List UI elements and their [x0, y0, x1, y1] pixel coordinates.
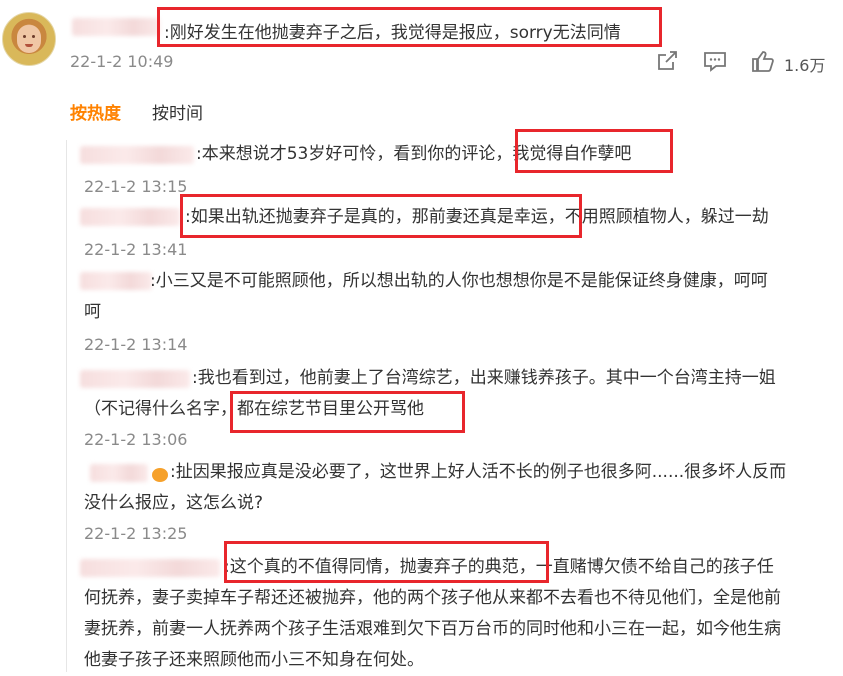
tab-by-time[interactable]: 按时间: [152, 99, 203, 124]
highlight-box: [515, 129, 673, 173]
reply-time: 22-1-2 13:41: [84, 240, 188, 259]
reply-line: 没什么报应，这怎么说?: [84, 493, 264, 513]
reply-text: :我也看到过，他前妻上了台湾综艺，出来赚钱养孩子。其中一个台湾主持一姐: [192, 363, 776, 394]
reply-line: :我也看到过，他前妻上了台湾综艺，出来赚钱养孩子。其中一个台湾主持一姐: [192, 368, 776, 388]
share-icon[interactable]: [654, 48, 680, 74]
reply-text-continued: 没什么报应，这怎么说?: [84, 488, 263, 519]
highlight-box: [224, 541, 549, 583]
tab-by-hot[interactable]: 按热度: [70, 99, 121, 124]
reply-text-continued: 何抚养，妻子卖掉车子帮还还被抛弃，他的两个孩子他从来都不去看也不待见他们，全是他…: [84, 583, 781, 676]
avatar-eye-right: [32, 35, 35, 38]
reply-time: 22-1-2 13:25: [84, 524, 188, 543]
avatar-face: [17, 25, 41, 53]
reply-text-continued: 呵: [84, 297, 101, 328]
main-comment-time: 22-1-2 10:49: [70, 52, 174, 71]
username-blurred[interactable]: [72, 18, 160, 36]
reply-time: 22-1-2 13:15: [84, 177, 188, 196]
reply-text: :扯因果报应真是没必要了，这世界上好人活不长的例子也很多阿......很多坏人反…: [170, 457, 786, 488]
reply-thread-line: [66, 140, 67, 672]
comment-icon[interactable]: [702, 48, 728, 74]
reply-username-blurred[interactable]: [80, 208, 180, 226]
like-icon[interactable]: [750, 48, 776, 74]
reply-username-blurred[interactable]: [80, 370, 190, 388]
reply-username-blurred[interactable]: [90, 464, 148, 482]
reply-text: :小三又是不可能照顾他，所以想出轨的人你也想想你是不是能保证终身健康，呵呵: [150, 266, 768, 297]
reply-username-blurred[interactable]: [80, 559, 220, 577]
like-count: 1.6万: [784, 56, 826, 75]
reply-line: 呵: [84, 302, 101, 322]
reply-time: 22-1-2 13:14: [84, 335, 188, 354]
avatar[interactable]: [2, 12, 56, 66]
highlight-box: [230, 391, 465, 433]
highlight-box: [157, 7, 662, 47]
highlight-box: [180, 194, 582, 238]
reply-username-blurred[interactable]: [80, 272, 152, 290]
reply-username-blurred[interactable]: [80, 146, 194, 164]
reply-line: :扯因果报应真是没必要了，这世界上好人活不长的例子也很多阿......很多坏人反…: [170, 462, 787, 482]
avatar-eye-left: [23, 35, 26, 38]
reply-line: 妻抚养，前妻一人抚养两个孩子生活艰难到欠下百万台币的同时他和小三在一起，如今他生…: [84, 619, 781, 639]
crown-badge-icon: [152, 464, 168, 483]
reply-line: :小三又是不可能照顾他，所以想出轨的人你也想想你是不是能保证终身健康，呵呵: [150, 271, 768, 291]
reply-line: 何抚养，妻子卖掉车子帮还还被抛弃，他的两个孩子他从来都不去看也不待见他们，全是他…: [84, 588, 781, 608]
reply-time: 22-1-2 13:06: [84, 430, 188, 449]
reply-line: 他妻子孩子还来照顾他而小三不知身在何处。: [84, 650, 424, 670]
